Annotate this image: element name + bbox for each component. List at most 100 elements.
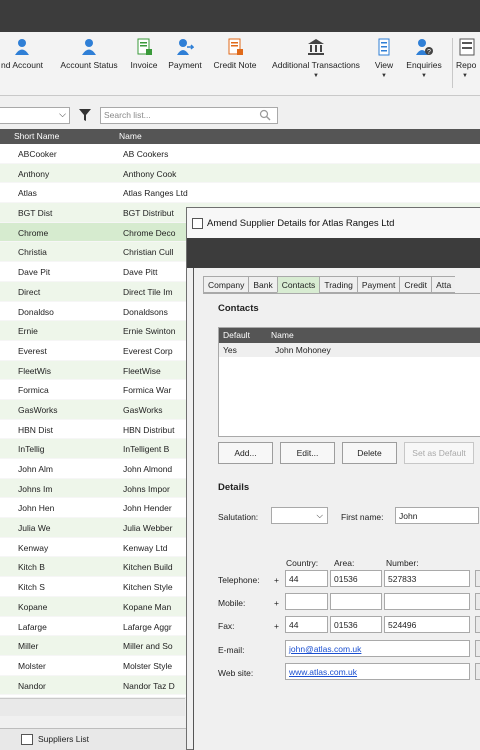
- fax-area-input[interactable]: 01536: [330, 616, 382, 633]
- name-cell: FleetWise: [123, 365, 161, 376]
- tab-credit[interactable]: Credit: [399, 276, 432, 293]
- salutation-select[interactable]: ⌵: [271, 507, 328, 524]
- amend-supplier-dialog: Amend Supplier Details for Atlas Ranges …: [186, 207, 480, 750]
- web-site-open-button[interactable]: [475, 663, 480, 680]
- fax-plus: +: [274, 621, 279, 631]
- short-name-cell: HBN Dist: [18, 424, 53, 435]
- details-heading: Details: [218, 482, 250, 493]
- web-site-input[interactable]: www.atlas.com.uk: [285, 663, 470, 680]
- name-cell: AB Cookers: [123, 149, 169, 159]
- tab-contacts[interactable]: Contacts: [276, 276, 320, 293]
- first-name-label: First name:: [341, 512, 384, 522]
- email-send-button[interactable]: [475, 640, 480, 657]
- additional-transactions-button[interactable]: Additional Transactions ▼: [266, 36, 366, 92]
- column-header-short-name[interactable]: Short Name: [14, 131, 59, 141]
- mobile-country-input[interactable]: [285, 593, 328, 610]
- chevron-down-icon: ▼: [462, 73, 468, 79]
- short-name-cell: Lafarge: [18, 621, 47, 632]
- column-header-contact-name[interactable]: Name: [271, 330, 294, 340]
- reports-icon: [458, 38, 476, 56]
- short-name-cell: Chrome: [18, 227, 49, 238]
- taskbar-suppliers-list[interactable]: Suppliers List: [18, 732, 93, 748]
- contacts-table: Default Name Yes John Mohoney: [218, 327, 480, 437]
- fax-country-input[interactable]: 44: [285, 616, 328, 633]
- telephone-number-input[interactable]: 527833: [384, 570, 470, 587]
- filter-icon[interactable]: [78, 108, 92, 124]
- web-site-link[interactable]: www.atlas.com.uk: [289, 667, 357, 677]
- enquiries-button[interactable]: ? Enquiries ▼: [402, 36, 446, 92]
- ribbon-label: Enquiries: [406, 60, 442, 70]
- name-cell: Lafarge Aggr: [123, 621, 172, 632]
- name-cell: Kopane Man: [123, 601, 172, 612]
- payment-button[interactable]: Payment: [166, 36, 204, 92]
- dialog-tabs: Company Bank Contacts Trading Payment Credit A…: [203, 276, 456, 293]
- edit-button[interactable]: Edit...: [280, 442, 335, 464]
- short-name-cell: Johns Im: [18, 483, 53, 494]
- tab-bank[interactable]: Bank: [248, 276, 277, 293]
- first-name-input[interactable]: John: [395, 507, 479, 524]
- short-name-cell: Anthony: [18, 168, 50, 179]
- email-link[interactable]: john@atlas.com.uk: [289, 644, 361, 654]
- name-cell: Kenway Ltd: [123, 542, 168, 553]
- ribbon-label: Credit Note: [213, 60, 257, 70]
- ribbon-label: View: [374, 60, 394, 70]
- search-icon[interactable]: [259, 108, 271, 122]
- reports-button[interactable]: Repo ▼: [456, 36, 480, 92]
- credit-note-button[interactable]: Credit Note: [210, 36, 260, 92]
- short-name-cell: Direct: [18, 286, 41, 297]
- table-row[interactable]: Atlas Atlas Ranges Ltd: [0, 183, 480, 204]
- app-title-bar: [0, 0, 480, 32]
- name-cell: John Almond: [123, 464, 173, 474]
- short-name-cell: Everest: [18, 345, 47, 356]
- chevron-down-icon: ⌵: [316, 510, 323, 520]
- window-icon: [21, 734, 33, 745]
- email-input[interactable]: john@atlas.com.uk: [285, 640, 470, 657]
- fax-number-input[interactable]: 524496: [384, 616, 470, 633]
- telephone-area-input[interactable]: 01536: [330, 570, 382, 587]
- mobile-number-input[interactable]: [384, 593, 470, 610]
- column-header-default[interactable]: Default: [223, 330, 250, 340]
- filter-combo[interactable]: ⌵: [0, 107, 70, 124]
- name-cell: Christian Cull: [123, 247, 174, 258]
- name-cell: Johns Impor: [123, 483, 170, 494]
- dialog-title-bar[interactable]: Amend Supplier Details for Atlas Ranges …: [187, 208, 480, 238]
- contacts-heading: Contacts: [218, 303, 259, 314]
- short-name-cell: BGT Dist: [18, 208, 53, 219]
- mobile-dial-button[interactable]: [475, 593, 480, 610]
- table-row[interactable]: ABCooker AB Cookers: [0, 144, 480, 164]
- chevron-down-icon: ▼: [381, 73, 387, 79]
- person-add-icon: [13, 38, 31, 56]
- tab-attachments[interactable]: Atta: [431, 276, 456, 293]
- contact-row[interactable]: Yes John Mohoney: [219, 343, 480, 357]
- web-site-label: Web site:: [218, 668, 254, 678]
- ribbon-label: Account Status: [60, 60, 118, 70]
- dialog-title: Amend Supplier Details for Atlas Ranges …: [207, 218, 395, 229]
- chevron-down-icon: ⌵: [59, 109, 66, 119]
- short-name-cell: Kenway: [18, 542, 49, 553]
- table-row[interactable]: Anthony Anthony Cook: [0, 163, 480, 184]
- fax-dial-button[interactable]: [475, 616, 480, 633]
- tab-payment[interactable]: Payment: [356, 276, 400, 293]
- add-account-button[interactable]: nd Account: [0, 36, 48, 92]
- mobile-area-input[interactable]: [330, 593, 382, 610]
- tab-trading[interactable]: Trading: [319, 276, 357, 293]
- delete-button[interactable]: Delete: [342, 442, 397, 464]
- name-cell: Nandor Taz D: [123, 680, 175, 691]
- set-as-default-button[interactable]: Set as Default: [404, 442, 474, 464]
- search-input[interactable]: Search list...: [100, 107, 278, 124]
- tab-company[interactable]: Company: [203, 276, 249, 293]
- add-button[interactable]: Add...: [218, 442, 273, 464]
- mobile-label: Mobile:: [218, 598, 246, 608]
- grid-header: Short Name Name: [0, 129, 480, 144]
- name-cell: GasWorks: [123, 404, 163, 415]
- view-button[interactable]: View ▼: [370, 36, 398, 92]
- telephone-dial-button[interactable]: [475, 570, 480, 587]
- name-cell: Direct Tile Im: [123, 286, 173, 297]
- contacts-table-header: Default Name: [219, 328, 480, 343]
- column-header-name[interactable]: Name: [119, 131, 142, 141]
- account-status-button[interactable]: Account Status: [56, 36, 122, 92]
- name-cell: Atlas Ranges Ltd: [123, 188, 188, 199]
- invoice-button[interactable]: Invoice: [128, 36, 160, 92]
- telephone-country-input[interactable]: 44: [285, 570, 328, 587]
- window-icon: [192, 218, 203, 229]
